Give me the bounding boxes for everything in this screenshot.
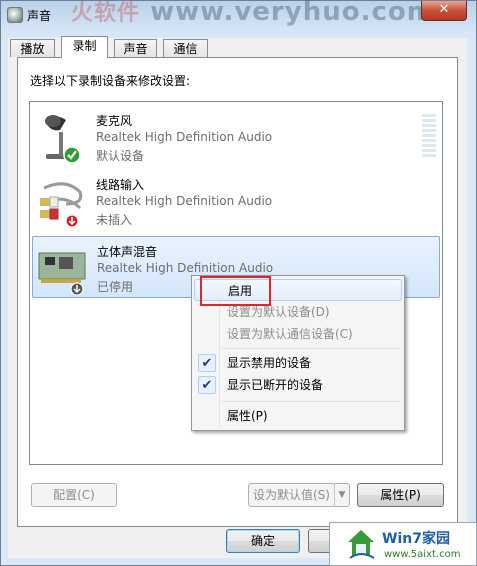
close-button[interactable]: ✕ xyxy=(421,1,467,21)
tab-recording[interactable]: 录制 xyxy=(61,36,108,58)
menu-item-label: 属性(P) xyxy=(227,409,268,423)
menu-item-label: 显示禁用的设备 xyxy=(227,356,312,370)
logo-url: www.5aixt.com xyxy=(384,549,461,560)
menu-separator xyxy=(222,401,400,402)
device-driver: Realtek High Definition Audio xyxy=(96,194,273,208)
device-driver: Realtek High Definition Audio xyxy=(97,261,274,275)
watermark-cn: 火软件 xyxy=(71,1,141,26)
tab-sounds[interactable]: 声音 xyxy=(114,39,157,57)
input-level-meter xyxy=(422,114,436,158)
configure-button[interactable]: 配置(C) xyxy=(31,483,117,507)
microphone-icon xyxy=(45,115,81,164)
speaker-icon xyxy=(7,7,23,23)
tab-playback[interactable]: 播放 xyxy=(10,39,55,57)
logo-text: Win7家园 xyxy=(382,531,450,547)
menu-item-label: 设置为默认通信设备(C) xyxy=(227,327,353,341)
device-item-line-in[interactable]: 线路输入 Realtek High Definition Audio 未插入 xyxy=(32,170,440,232)
watermark: 火软件 www.veryhuo.com xyxy=(71,0,435,27)
menu-item-set-default-comm[interactable]: 设置为默认通信设备(C) xyxy=(194,323,402,345)
properties-button[interactable]: 属性(P) xyxy=(357,483,444,507)
title-bar[interactable]: 声音 火软件 www.veryhuo.com ✕ xyxy=(1,0,476,29)
menu-item-show-disabled[interactable]: ✔ 显示禁用的设备 xyxy=(194,352,402,374)
site-logo: Win7家园 www.5aixt.com xyxy=(329,522,477,566)
device-name: 麦克风 xyxy=(96,114,133,128)
instruction-text: 选择以下录制设备来修改设置: xyxy=(30,74,191,88)
chevron-down-icon[interactable]: ▼ xyxy=(334,483,350,507)
menu-item-show-disconnected[interactable]: ✔ 显示已断开的设备 xyxy=(194,374,402,396)
device-name: 线路输入 xyxy=(96,178,145,192)
device-item-microphone[interactable]: 麦克风 Realtek High Definition Audio 默认设备 xyxy=(32,106,440,168)
check-icon: ✔ xyxy=(198,376,216,394)
tab-communications[interactable]: 通信 xyxy=(163,39,208,57)
house-logo-icon xyxy=(348,530,375,559)
ok-button[interactable]: 确定 xyxy=(226,529,300,553)
watermark-url: www.veryhuo.com xyxy=(150,0,435,27)
sound-card-icon xyxy=(38,252,86,295)
device-status: 未插入 xyxy=(96,213,133,227)
menu-item-properties[interactable]: 属性(P) xyxy=(194,405,402,427)
window-title: 声音 xyxy=(27,9,52,23)
device-name: 立体声混音 xyxy=(97,245,158,259)
device-status: 已停用 xyxy=(97,280,134,294)
menu-separator xyxy=(222,348,400,349)
highlight-annotation-box xyxy=(200,276,271,306)
device-driver: Realtek High Definition Audio xyxy=(96,130,273,144)
line-in-cable-icon xyxy=(40,182,83,228)
menu-item-label: 显示已断开的设备 xyxy=(227,378,324,392)
set-default-button[interactable]: 设为默认值(S) xyxy=(248,483,335,507)
check-icon: ✔ xyxy=(198,354,216,372)
device-status: 默认设备 xyxy=(96,149,145,163)
